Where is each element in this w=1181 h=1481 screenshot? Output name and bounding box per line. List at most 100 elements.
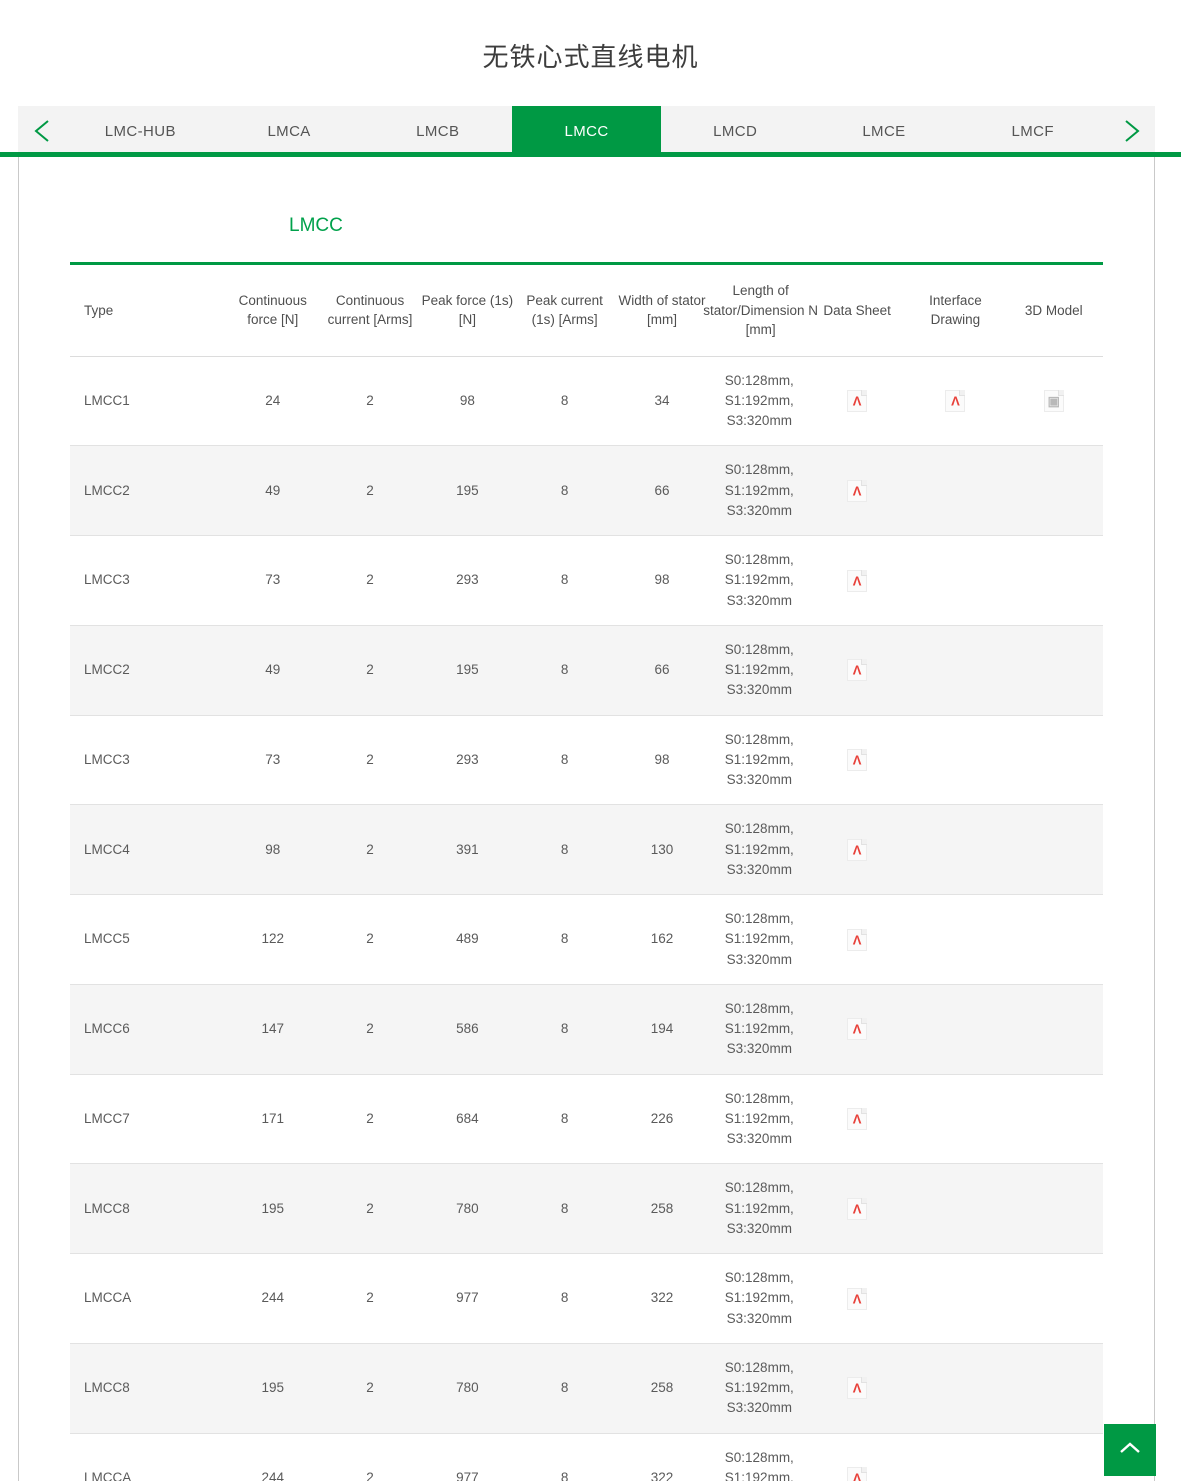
tab-lmcb[interactable]: LMCB <box>363 106 512 156</box>
cell-continuous-current: 2 <box>321 1343 418 1433</box>
cell-continuous-force: 73 <box>224 715 321 805</box>
tab-label: LMCF <box>1011 123 1053 140</box>
cell-peak-current: 8 <box>516 715 613 805</box>
cell-continuous-force: 49 <box>224 625 321 715</box>
cell-continuous-force: 195 <box>224 1164 321 1254</box>
cell-type: LMCC5 <box>70 895 224 985</box>
back-to-top-button[interactable] <box>1104 1424 1156 1476</box>
cell-length-of-stator: S0:128mm, S1:192mm, S3:320mm <box>711 536 808 626</box>
pdf-icon[interactable]: Λ <box>945 390 965 412</box>
cell-3d-model <box>1005 1074 1103 1164</box>
tab-lmce[interactable]: LMCE <box>810 106 959 156</box>
cell-width-of-stator: 194 <box>613 984 710 1074</box>
cell-data-sheet: Λ <box>808 715 906 805</box>
cell-length-of-stator: S0:128mm, S1:192mm, S3:320mm <box>711 1254 808 1344</box>
tab-label: LMCC <box>564 123 608 140</box>
tab-lmca[interactable]: LMCA <box>215 106 364 156</box>
table-row: LMCC512224898162S0:128mm, S1:192mm, S3:3… <box>70 895 1103 985</box>
spec-table-head: Type Continuous force [N] Continuous cur… <box>70 265 1103 356</box>
column-header-length-of-stator: Length of stator/Dimension N [mm] <box>711 265 808 356</box>
cell-data-sheet: Λ <box>808 895 906 985</box>
pdf-icon[interactable]: Λ <box>847 839 867 861</box>
cell-length-of-stator: S0:128mm, S1:192mm, S3:320mm <box>711 356 808 446</box>
cell-type: LMCC2 <box>70 446 224 536</box>
cell-length-of-stator: S0:128mm, S1:192mm, S3:320mm <box>711 895 808 985</box>
pdf-icon[interactable]: Λ <box>847 749 867 771</box>
cell-length-of-stator: S0:128mm, S1:192mm, S3:320mm <box>711 446 808 536</box>
pdf-glyph: Λ <box>847 574 867 587</box>
cell-peak-force: 684 <box>419 1074 516 1164</box>
cell-length-of-stator: S0:128mm, S1:192mm, S3:320mm <box>711 1164 808 1254</box>
pdf-icon[interactable]: Λ <box>847 1198 867 1220</box>
pdf-icon[interactable]: Λ <box>847 1377 867 1399</box>
column-header-peak-current: Peak current (1s) [Arms] <box>516 265 613 356</box>
cell-peak-current: 8 <box>516 536 613 626</box>
cell-interface-drawing <box>906 536 1004 626</box>
table-row: LMCCA24429778322S0:128mm, S1:192mm, S3:3… <box>70 1433 1103 1481</box>
cell-interface-drawing <box>906 895 1004 985</box>
tab-lmcc[interactable]: LMCC <box>512 106 661 156</box>
cell-3d-model <box>1005 984 1103 1074</box>
tab-label: LMC-HUB <box>105 123 176 140</box>
pdf-icon[interactable]: Λ <box>847 570 867 592</box>
spec-table: Type Continuous force [N] Continuous cur… <box>70 265 1103 1481</box>
tab-lmcd[interactable]: LMCD <box>661 106 810 156</box>
pdf-glyph: Λ <box>847 395 867 408</box>
pdf-icon[interactable]: Λ <box>847 390 867 412</box>
cell-continuous-force: 24 <box>224 356 321 446</box>
cell-type: LMCC3 <box>70 536 224 626</box>
cell-peak-force: 98 <box>419 356 516 446</box>
content-panel: LMCC Type Continuous force [N] Continuou… <box>18 157 1155 1481</box>
chevron-right-icon[interactable] <box>1107 106 1155 156</box>
pdf-icon[interactable]: Λ <box>847 1467 867 1481</box>
cell-length-of-stator: S0:128mm, S1:192mm, S3:320mm <box>711 805 808 895</box>
cell-interface-drawing <box>906 805 1004 895</box>
table-row: LMCC614725868194S0:128mm, S1:192mm, S3:3… <box>70 984 1103 1074</box>
cell-type: LMCC8 <box>70 1164 224 1254</box>
pdf-glyph: Λ <box>847 933 867 946</box>
3d-model-icon[interactable]: ▣ <box>1044 390 1064 412</box>
cell-data-sheet: Λ <box>808 446 906 536</box>
cell-3d-model <box>1005 536 1103 626</box>
pdf-glyph: Λ <box>847 1113 867 1126</box>
cell-peak-current: 8 <box>516 1074 613 1164</box>
cell-peak-current: 8 <box>516 446 613 536</box>
tab-label: LMCB <box>416 123 459 140</box>
cell-3d-model <box>1005 1343 1103 1433</box>
cell-continuous-current: 2 <box>321 625 418 715</box>
cell-peak-current: 8 <box>516 1254 613 1344</box>
cell-3d-model <box>1005 715 1103 805</box>
cell-interface-drawing <box>906 984 1004 1074</box>
pdf-icon[interactable]: Λ <box>847 659 867 681</box>
tab-lmc-hub[interactable]: LMC-HUB <box>66 106 215 156</box>
tab-lmcf[interactable]: LMCF <box>958 106 1107 156</box>
cell-data-sheet: Λ <box>808 356 906 446</box>
pdf-glyph: Λ <box>847 1382 867 1395</box>
cell-width-of-stator: 34 <box>613 356 710 446</box>
pdf-icon[interactable]: Λ <box>847 929 867 951</box>
pdf-icon[interactable]: Λ <box>847 1108 867 1130</box>
chevron-left-icon[interactable] <box>18 106 66 156</box>
cell-data-sheet: Λ <box>808 536 906 626</box>
pdf-glyph: Λ <box>847 1202 867 1215</box>
cell-3d-model <box>1005 805 1103 895</box>
cell-continuous-force: 244 <box>224 1433 321 1481</box>
pdf-icon[interactable]: Λ <box>847 1018 867 1040</box>
cell-length-of-stator: S0:128mm, S1:192mm, S3:320mm <box>711 1433 808 1481</box>
pdf-icon[interactable]: Λ <box>847 1288 867 1310</box>
cell-3d-model: ▣ <box>1005 356 1103 446</box>
cell-width-of-stator: 66 <box>613 446 710 536</box>
cell-3d-model <box>1005 1254 1103 1344</box>
cell-3d-model <box>1005 1433 1103 1481</box>
cell-peak-current: 8 <box>516 1433 613 1481</box>
cell-peak-force: 293 <box>419 536 516 626</box>
column-header-type: Type <box>70 265 224 356</box>
cell-continuous-current: 2 <box>321 1164 418 1254</box>
pdf-icon[interactable]: Λ <box>847 480 867 502</box>
cell-continuous-force: 98 <box>224 805 321 895</box>
column-header-length-of-stator-text: Length of stator/Dimension N [mm] <box>697 281 825 340</box>
column-header-peak-force: Peak force (1s) [N] <box>419 265 516 356</box>
cell-continuous-force: 171 <box>224 1074 321 1164</box>
cell-width-of-stator: 130 <box>613 805 710 895</box>
pdf-glyph: Λ <box>847 1292 867 1305</box>
